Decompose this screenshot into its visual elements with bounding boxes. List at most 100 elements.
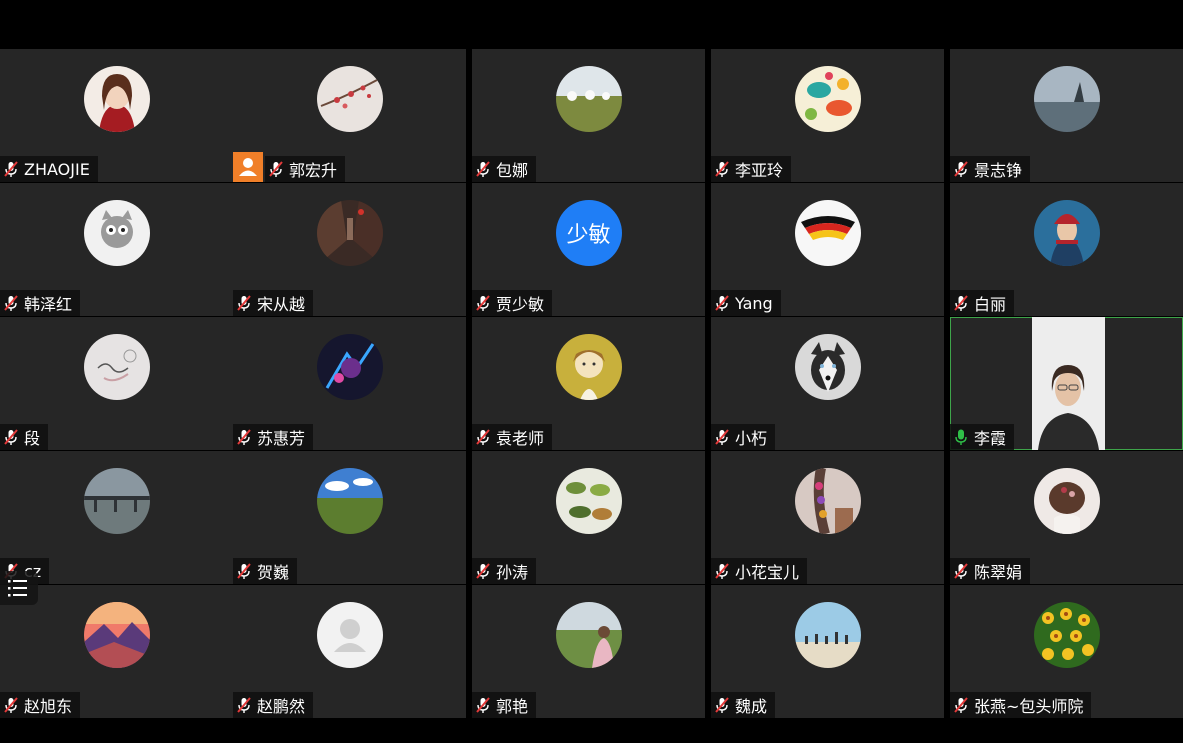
participant-name: 宋从越	[257, 295, 306, 314]
cartoon-cat-avatar	[83, 200, 150, 266]
participant-tile[interactable]: 张燕~包头师院	[950, 585, 1183, 718]
participant-name-tag: 魏成	[711, 692, 776, 718]
participant-name-tag: 小花宝儿	[711, 558, 808, 584]
participant-tile[interactable]: 陈翠娟	[950, 451, 1183, 584]
participant-name: 陈翠娟	[974, 563, 1023, 582]
participant-tile[interactable]: 韩泽红	[0, 183, 233, 316]
participant-name-tag: 景志铮	[950, 156, 1031, 182]
participant-name-tag: 陈翠娟	[950, 558, 1031, 584]
hair-flower-avatar	[1033, 468, 1100, 534]
participant-name-tag: 郭艳	[472, 692, 537, 718]
bridge-avatar	[83, 468, 150, 534]
participant-name-tag: 韩泽红	[0, 290, 81, 316]
participant-tile[interactable]: 段	[0, 317, 233, 450]
participant-name: 包娜	[496, 161, 529, 180]
microphone-muted-icon	[713, 562, 735, 580]
participant-name: 小朽	[735, 429, 768, 448]
participant-tile[interactable]: cz	[0, 451, 233, 584]
flower-braid-avatar	[794, 468, 861, 534]
participant-name: 景志铮	[974, 161, 1023, 180]
participant-name: 苏惠芳	[257, 429, 306, 448]
participant-tile[interactable]: ZHAOJIE	[0, 49, 233, 182]
participant-tile[interactable]: 郭艳	[472, 585, 705, 718]
husky-dog-avatar	[794, 334, 861, 400]
microphone-muted-icon	[2, 294, 24, 312]
participant-tile[interactable]: 景志铮	[950, 49, 1183, 182]
participant-list-button[interactable]	[0, 571, 38, 605]
participant-tile[interactable]: 袁老师	[472, 317, 705, 450]
microphone-muted-icon	[713, 696, 735, 714]
microphone-muted-icon	[474, 696, 496, 714]
participant-tile[interactable]: 李霞	[950, 317, 1183, 450]
plum-blossom-avatar	[316, 66, 383, 132]
participant-tile[interactable]: Yang	[711, 183, 944, 316]
participant-name-tag: 段	[0, 424, 49, 450]
microphone-muted-icon	[474, 562, 496, 580]
microphone-muted-icon	[713, 294, 735, 312]
microphone-muted-icon	[235, 294, 257, 312]
participant-name-tag: 李亚玲	[711, 156, 792, 182]
participant-name-tag: 贺巍	[233, 558, 298, 584]
participant-tile[interactable]: 贺巍	[233, 451, 466, 584]
participant-tile[interactable]: 赵鹏然	[233, 585, 466, 718]
leaves-avatar	[555, 468, 622, 534]
microphone-muted-icon	[952, 562, 974, 580]
beach-people-avatar	[794, 602, 861, 668]
participant-video	[1032, 317, 1105, 450]
participant-tile[interactable]: 小花宝儿	[711, 451, 944, 584]
participant-tile[interactable]: 小朽	[711, 317, 944, 450]
meadow-sky-avatar	[316, 468, 383, 534]
participant-tile[interactable]: 魏成	[711, 585, 944, 718]
mountain-sunset-avatar	[83, 602, 150, 668]
girl-avatar	[83, 66, 150, 132]
participant-tile[interactable]: 苏惠芳	[233, 317, 466, 450]
participant-name: 孙涛	[496, 563, 529, 582]
participant-name: 贾少敏	[496, 295, 545, 314]
participant-name-tag: 苏惠芳	[233, 424, 314, 450]
participant-name-tag: 张燕~包头师院	[950, 692, 1092, 718]
participant-name-tag: 赵旭东	[0, 692, 81, 718]
participant-name: 郭宏升	[289, 161, 338, 180]
grassland-child-avatar	[555, 602, 622, 668]
participant-name: ZHAOJIE	[24, 159, 90, 179]
default-user-avatar	[316, 602, 383, 668]
participant-name-tag: 孙涛	[472, 558, 537, 584]
microphone-icon	[952, 428, 974, 446]
microphone-muted-icon	[235, 428, 257, 446]
participant-name: Yang	[735, 293, 773, 313]
participant-name-tag: 郭宏升	[265, 156, 346, 182]
microphone-muted-icon	[474, 160, 496, 178]
participant-tile[interactable]: 包娜	[472, 49, 705, 182]
microphone-muted-icon	[952, 294, 974, 312]
yellow-flowers-avatar	[1033, 602, 1100, 668]
list-menu-icon	[8, 580, 27, 597]
participant-name-tag: 宋从越	[233, 290, 314, 316]
participant-name-tag: 小朽	[711, 424, 776, 450]
lake-rock-avatar	[1033, 66, 1100, 132]
microphone-muted-icon	[235, 562, 257, 580]
participant-name-tag: 贾少敏	[472, 290, 553, 316]
participant-tile[interactable]: 宋从越	[233, 183, 466, 316]
participant-tile[interactable]: 白丽	[950, 183, 1183, 316]
grassland-yurts-avatar	[555, 66, 622, 132]
microphone-muted-icon	[474, 294, 496, 312]
microphone-muted-icon	[713, 160, 735, 178]
participant-tile[interactable]: 孙涛	[472, 451, 705, 584]
microphone-muted-icon	[2, 696, 24, 714]
participant-grid: ZHAOJIE 郭宏升 包娜 李亚玲 景志铮韩泽红 宋从越 少敏 贾少敏 Yang 白丽段 苏惠芳 袁…	[0, 49, 1183, 719]
participant-name: 赵鹏然	[257, 697, 306, 716]
participant-name-tag: 赵鹏然	[233, 692, 314, 718]
participant-name-tag: 白丽	[950, 290, 1015, 316]
participant-tile[interactable]: 郭宏升	[233, 49, 466, 182]
participant-name: 小花宝儿	[735, 563, 800, 582]
participant-name: 李亚玲	[735, 161, 784, 180]
participant-tile[interactable]: 李亚玲	[711, 49, 944, 182]
participant-name: 张燕~包头师院	[974, 697, 1084, 716]
top-bar	[0, 0, 1183, 49]
microphone-muted-icon	[267, 160, 289, 178]
microphone-muted-icon	[2, 160, 24, 178]
fish-pattern-avatar	[794, 66, 861, 132]
microphone-muted-icon	[713, 428, 735, 446]
participant-tile[interactable]: 少敏 贾少敏	[472, 183, 705, 316]
participant-name: 袁老师	[496, 429, 545, 448]
